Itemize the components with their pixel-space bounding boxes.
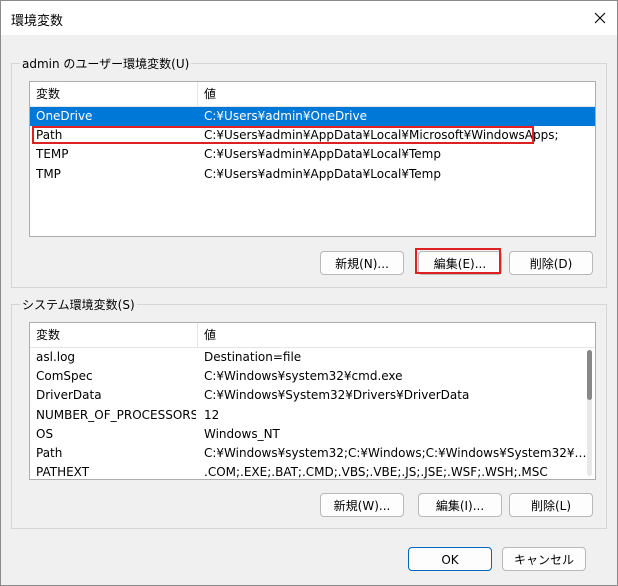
table-row[interactable]: asl.log Destination=file (30, 348, 595, 367)
column-header-variable[interactable]: 変数 (30, 82, 198, 106)
close-icon (594, 12, 606, 24)
variable-value-cell: C:¥Users¥admin¥AppData¥Local¥Temp (204, 166, 441, 181)
variable-name-cell: Path (36, 446, 63, 460)
variable-name-cell: Path (36, 128, 63, 143)
variable-name-cell: TMP (36, 166, 61, 181)
system-list-scrollbar[interactable] (587, 350, 592, 476)
table-row[interactable]: ComSpec C:¥Windows¥system32¥cmd.exe (30, 367, 595, 386)
scrollbar-thumb[interactable] (587, 350, 592, 400)
environment-variables-dialog: 環境変数 admin のユーザー環境変数(U) 変数 値 OneDrive C:¥… (0, 0, 618, 586)
variable-value-cell: C:¥Users¥admin¥AppData¥Local¥Microsoft¥W… (204, 128, 559, 143)
column-header-variable[interactable]: 変数 (30, 323, 198, 347)
variable-name-cell: asl.log (36, 350, 76, 364)
variable-name-cell: PATHEXT (36, 465, 90, 480)
system-delete-button[interactable]: 削除(L) (509, 493, 593, 517)
variable-value-cell: Destination=file (204, 350, 302, 364)
ok-button[interactable]: OK (408, 547, 492, 571)
user-edit-button[interactable]: 編集(E)... (418, 251, 502, 275)
close-button[interactable] (583, 1, 617, 35)
variable-name-cell: NUMBER_OF_PROCESSORS (36, 407, 196, 422)
column-header-value[interactable]: 値 (198, 323, 595, 347)
variable-name-cell: DriverData (36, 388, 102, 403)
variable-name-cell: TEMP (36, 147, 69, 162)
window-title: 環境変数 (11, 14, 64, 29)
variable-value-cell: 12 (204, 407, 220, 422)
table-row[interactable]: DriverData C:¥Windows¥System32¥Drivers¥Dr… (30, 386, 595, 405)
table-row[interactable]: NUMBER_OF_PROCESSORS 12 (30, 406, 595, 425)
system-variables-group: システム環境変数(S) 変数 値 asl.log Destination=file… (11, 296, 607, 529)
table-row[interactable]: OS Windows_NT (30, 425, 595, 444)
system-new-button[interactable]: 新規(W)... (320, 493, 404, 517)
table-row[interactable]: TMP C:¥Users¥admin¥AppData¥Local¥Temp (30, 165, 595, 184)
variable-value-cell: C:¥Windows¥System32¥Drivers¥DriverData (204, 388, 470, 403)
table-row[interactable]: Path C:¥Users¥admin¥AppData¥Local¥Microso… (30, 126, 595, 145)
variable-value-cell: Windows_NT (204, 426, 280, 441)
column-header-value[interactable]: 値 (198, 82, 595, 106)
table-row[interactable]: Path C:¥Windows¥system32;C:¥Windows;C:¥Wi… (30, 444, 595, 463)
variable-value-cell: C:¥Users¥admin¥OneDrive (204, 109, 367, 123)
title-bar: 環境変数 (1, 1, 617, 35)
variable-value-cell: C:¥Windows¥system32;C:¥Windows;C:¥Window… (204, 446, 591, 460)
system-variables-list[interactable]: 変数 値 asl.log Destination=file ComSpec C:¥Wi… (29, 322, 596, 480)
system-list-header: 変数 値 (30, 323, 595, 348)
variable-name-cell: OneDrive (36, 109, 93, 123)
table-row[interactable]: PATHEXT .COM;.EXE;.BAT;.CMD;.VBS;.VBE;.JS… (30, 463, 595, 480)
table-row[interactable]: TEMP C:¥Users¥admin¥AppData¥Local¥Temp (30, 145, 595, 164)
user-list-header: 変数 値 (30, 82, 595, 107)
variable-value-cell: C:¥Users¥admin¥AppData¥Local¥Temp (204, 147, 441, 162)
user-new-button[interactable]: 新規(N)... (320, 251, 404, 275)
variable-name-cell: ComSpec (36, 369, 93, 384)
cancel-button[interactable]: キャンセル (502, 547, 586, 571)
system-variables-label: システム環境変数(S) (20, 296, 137, 313)
user-variables-group: admin のユーザー環境変数(U) 変数 値 OneDrive C:¥Users… (11, 55, 607, 288)
variable-value-cell: C:¥Windows¥system32¥cmd.exe (204, 369, 403, 384)
table-row[interactable]: OneDrive C:¥Users¥admin¥OneDrive (30, 107, 595, 126)
system-edit-button[interactable]: 編集(I)... (418, 493, 502, 517)
user-variables-label: admin のユーザー環境変数(U) (20, 55, 192, 72)
variable-name-cell: OS (36, 426, 54, 441)
variable-value-cell: .COM;.EXE;.BAT;.CMD;.VBS;.VBE;.JS;.JSE;.… (204, 465, 548, 480)
user-variables-list[interactable]: 変数 値 OneDrive C:¥Users¥admin¥OneDrive Path… (29, 81, 596, 237)
user-delete-button[interactable]: 削除(D) (509, 251, 593, 275)
